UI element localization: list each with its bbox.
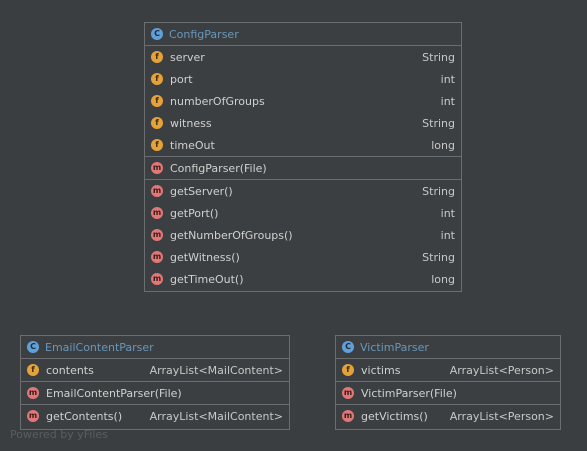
field-name: timeOut [170, 138, 215, 152]
fields-section: f contents ArrayList<MailContent> [21, 359, 289, 382]
methods-section: m getContents() ArrayList<MailContent> [21, 405, 289, 427]
method-row[interactable]: m getWitness() String [145, 246, 461, 268]
method-name: getVictims() [361, 409, 428, 423]
constructor-name: ConfigParser(File) [170, 161, 267, 175]
class-header: C EmailContentParser [21, 336, 289, 359]
field-icon: f [342, 364, 354, 376]
method-icon: m [342, 387, 354, 399]
field-icon: f [151, 73, 163, 85]
field-type: ArrayList<MailContent> [149, 363, 283, 377]
class-victim-parser[interactable]: C VictimParser f victims ArrayList<Perso… [335, 335, 561, 430]
method-row[interactable]: m getServer() String [145, 180, 461, 202]
method-row[interactable]: m getPort() int [145, 202, 461, 224]
class-icon: C [342, 341, 354, 353]
method-type: long [431, 272, 455, 286]
method-row[interactable]: m getNumberOfGroups() int [145, 224, 461, 246]
field-icon: f [151, 139, 163, 151]
field-name: contents [46, 363, 94, 377]
field-row[interactable]: f timeOut long [145, 134, 461, 156]
method-type: int [440, 228, 455, 242]
method-icon: m [151, 229, 163, 241]
field-icon: f [151, 51, 163, 63]
method-icon: m [151, 251, 163, 263]
method-name: getServer() [170, 184, 233, 198]
method-name: getNumberOfGroups() [170, 228, 293, 242]
field-type: String [422, 50, 455, 64]
constructors-section: m ConfigParser(File) [145, 157, 461, 180]
fields-section: f server String f port int f numberOfGro… [145, 46, 461, 157]
class-name: VictimParser [360, 340, 429, 354]
class-icon: C [27, 341, 39, 353]
constructors-section: m VictimParser(File) [336, 382, 560, 405]
method-type: ArrayList<Person> [449, 409, 554, 423]
field-row[interactable]: f witness String [145, 112, 461, 134]
field-type: String [422, 116, 455, 130]
field-icon: f [27, 364, 39, 376]
class-header: C ConfigParser [145, 23, 461, 46]
method-row[interactable]: m getVictims() ArrayList<Person> [336, 405, 560, 427]
class-name: EmailContentParser [45, 340, 154, 354]
field-type: ArrayList<Person> [449, 363, 554, 377]
method-row[interactable]: m getTimeOut() long [145, 268, 461, 290]
field-type: int [440, 94, 455, 108]
field-row[interactable]: f numberOfGroups int [145, 90, 461, 112]
method-row[interactable]: m getContents() ArrayList<MailContent> [21, 405, 289, 427]
constructor-name: VictimParser(File) [361, 386, 457, 400]
method-icon: m [151, 162, 163, 174]
methods-section: m getVictims() ArrayList<Person> [336, 405, 560, 427]
method-name: getContents() [46, 409, 123, 423]
class-header: C VictimParser [336, 336, 560, 359]
method-icon: m [27, 387, 39, 399]
field-name: port [170, 72, 193, 86]
field-icon: f [151, 117, 163, 129]
class-icon: C [151, 28, 163, 40]
field-row[interactable]: f port int [145, 68, 461, 90]
method-icon: m [151, 273, 163, 285]
class-email-content-parser[interactable]: C EmailContentParser f contents ArrayLis… [20, 335, 290, 430]
watermark: Powered by yFiles [10, 428, 108, 441]
field-name: numberOfGroups [170, 94, 265, 108]
constructor-name: EmailContentParser(File) [46, 386, 182, 400]
method-type: String [422, 250, 455, 264]
method-name: getTimeOut() [170, 272, 244, 286]
field-type: long [431, 138, 455, 152]
field-type: int [440, 72, 455, 86]
fields-section: f victims ArrayList<Person> [336, 359, 560, 382]
class-name: ConfigParser [169, 27, 239, 41]
field-row[interactable]: f contents ArrayList<MailContent> [21, 359, 289, 381]
field-name: victims [361, 363, 401, 377]
constructor-row[interactable]: m VictimParser(File) [336, 382, 560, 404]
method-icon: m [342, 410, 354, 422]
method-name: getWitness() [170, 250, 240, 264]
field-row[interactable]: f server String [145, 46, 461, 68]
field-row[interactable]: f victims ArrayList<Person> [336, 359, 560, 381]
field-name: witness [170, 116, 212, 130]
method-icon: m [151, 185, 163, 197]
field-name: server [170, 50, 205, 64]
class-config-parser[interactable]: C ConfigParser f server String f port in… [144, 22, 462, 292]
constructor-row[interactable]: m ConfigParser(File) [145, 157, 461, 179]
methods-section: m getServer() String m getPort() int m g… [145, 180, 461, 290]
method-type: String [422, 184, 455, 198]
field-icon: f [151, 95, 163, 107]
method-name: getPort() [170, 206, 219, 220]
method-icon: m [151, 207, 163, 219]
constructors-section: m EmailContentParser(File) [21, 382, 289, 405]
constructor-row[interactable]: m EmailContentParser(File) [21, 382, 289, 404]
method-icon: m [27, 410, 39, 422]
method-type: ArrayList<MailContent> [149, 409, 283, 423]
method-type: int [440, 206, 455, 220]
